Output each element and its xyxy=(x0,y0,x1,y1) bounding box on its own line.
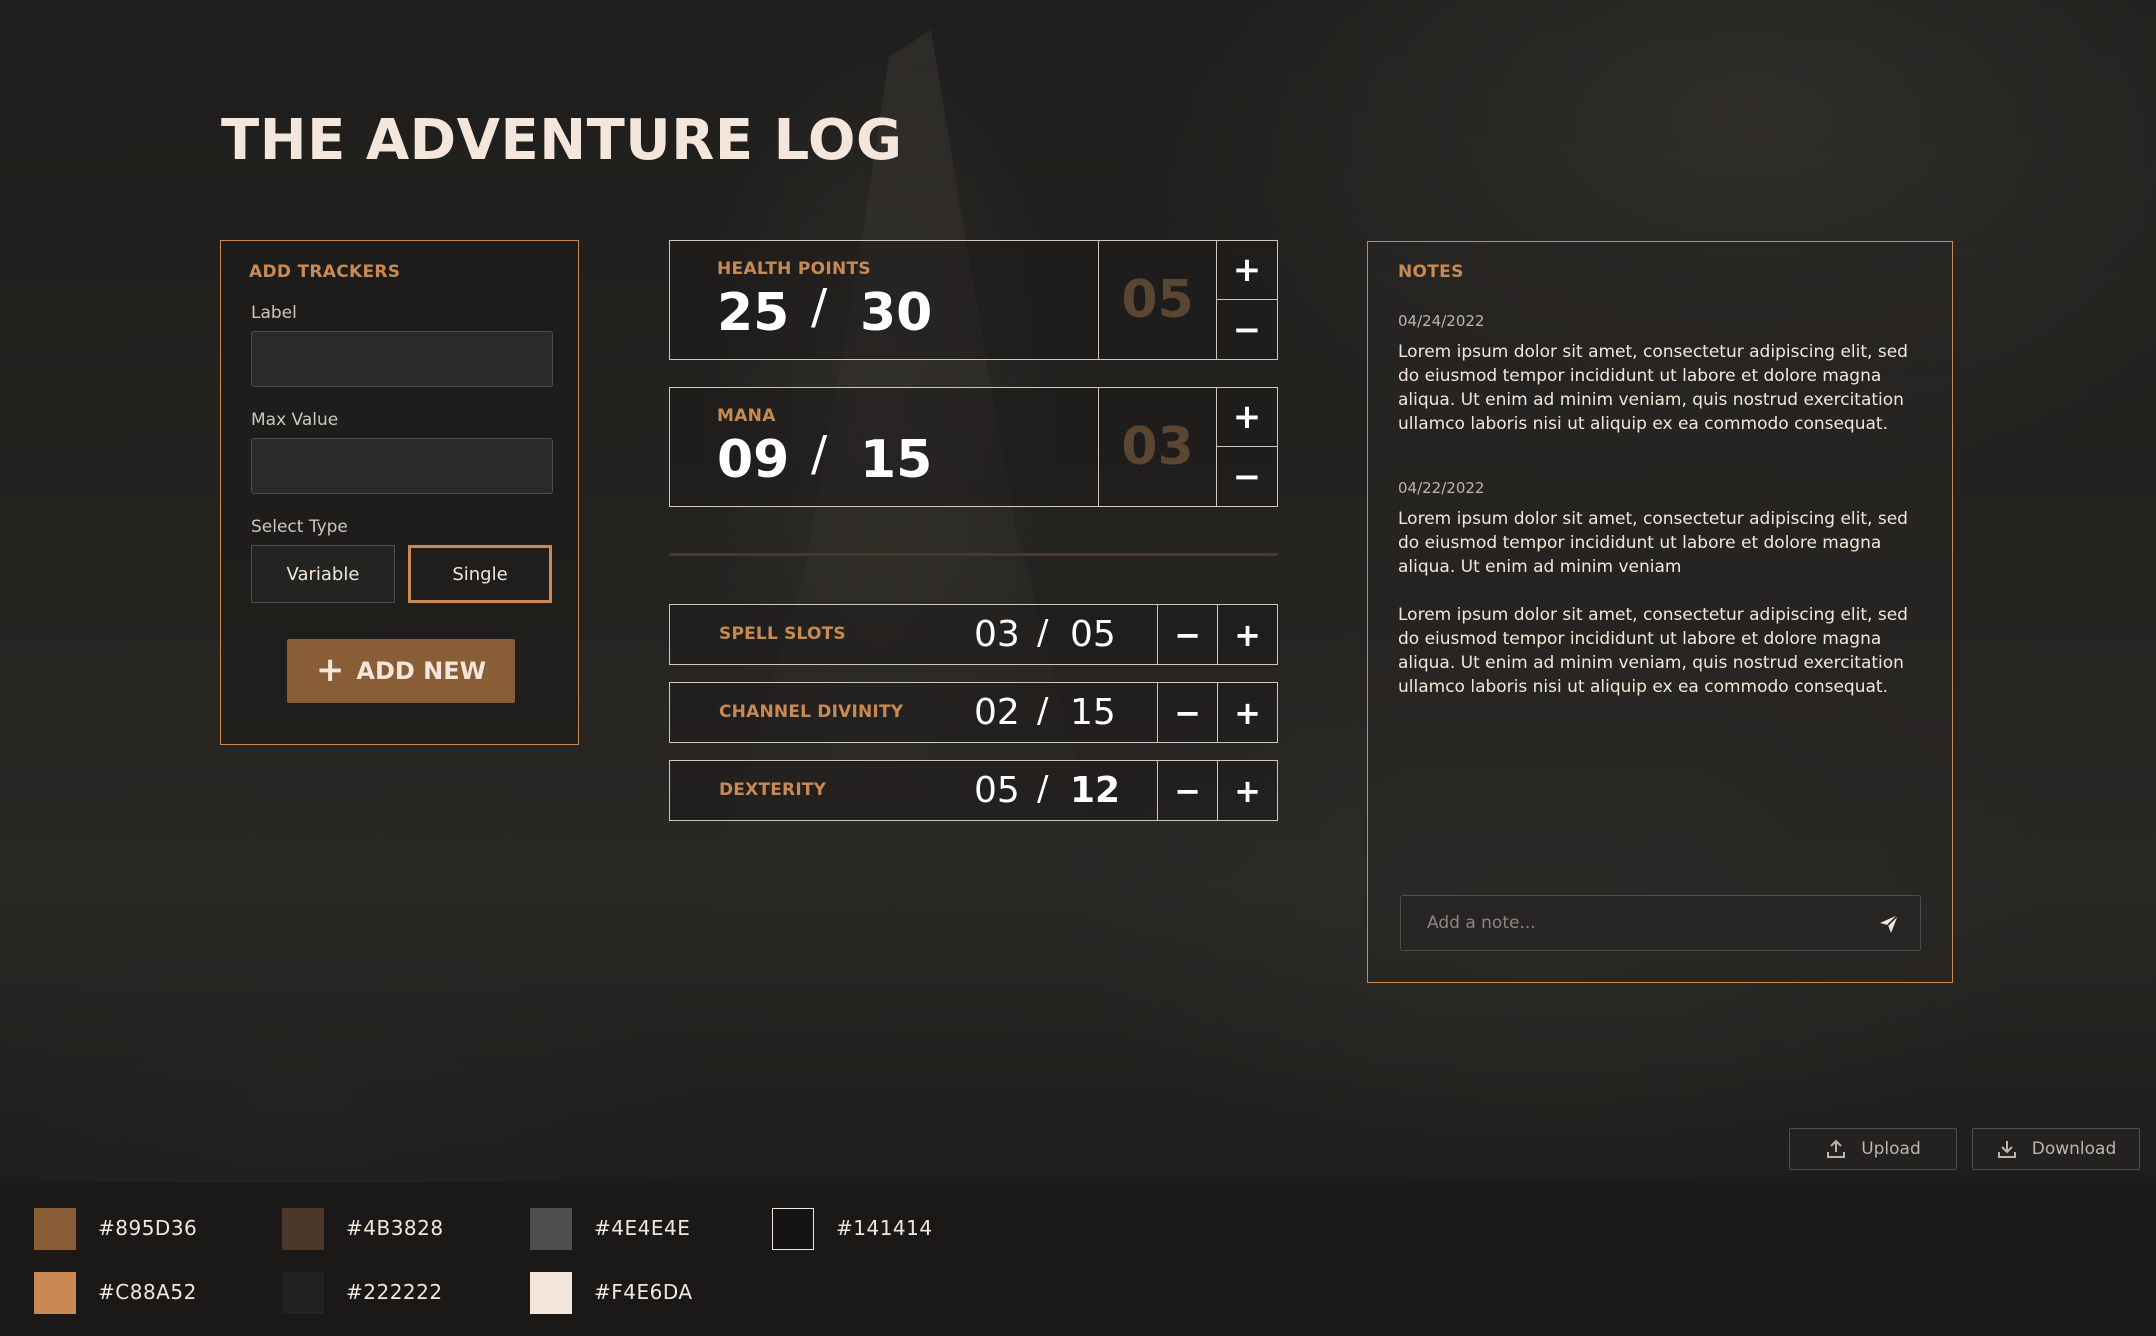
download-label: Download xyxy=(2031,1139,2117,1159)
note-date: 04/24/2022 xyxy=(1398,312,1485,330)
color-swatch-label: #C88A52 xyxy=(98,1280,197,1304)
label-input[interactable] xyxy=(251,331,553,387)
tracker-separator: / xyxy=(811,426,828,482)
note-date: 04/22/2022 xyxy=(1398,479,1485,497)
color-swatch-label: #4E4E4E xyxy=(594,1216,691,1240)
tracker-channel-divinity: CHANNEL DIVINITY 02 / 15 − + xyxy=(669,682,1278,743)
tracker-max-value: 12 xyxy=(1070,770,1121,811)
tracker-mana: MANA 09 / 15 03 + − xyxy=(669,387,1278,507)
max-value-field-label: Max Value xyxy=(251,410,339,430)
decrement-button[interactable]: − xyxy=(1216,447,1277,506)
upload-button[interactable]: Upload xyxy=(1789,1128,1957,1170)
note-text: Lorem ipsum dolor sit amet, consectetur … xyxy=(1398,509,1908,577)
color-swatch-label: #4B3828 xyxy=(346,1216,444,1240)
plus-icon: + xyxy=(315,649,345,690)
type-variable-button[interactable]: Variable xyxy=(251,545,395,603)
tracker-label: DEXTERITY xyxy=(719,780,827,800)
increment-button[interactable]: + xyxy=(1216,241,1277,300)
add-trackers-heading: ADD TRACKERS xyxy=(249,262,401,282)
tracker-current-value: 25 xyxy=(717,283,790,343)
add-trackers-panel: ADD TRACKERS Label Max Value Select Type… xyxy=(220,240,579,745)
tracker-spell-slots: SPELL SLOTS 03 / 05 − + xyxy=(669,604,1278,665)
download-button[interactable]: Download xyxy=(1972,1128,2140,1170)
color-swatch xyxy=(282,1208,324,1250)
tracker-separator: / xyxy=(1037,769,1049,809)
increment-button[interactable]: + xyxy=(1216,388,1277,447)
tracker-max-value: 15 xyxy=(860,430,933,490)
tracker-label: HEALTH POINTS xyxy=(717,259,871,279)
download-icon xyxy=(1997,1141,2016,1158)
color-palette: #895D36 #4B3828 #4E4E4E #141414 #C88A52 … xyxy=(0,1183,2156,1336)
notes-panel: NOTES 04/24/2022 Lorem ipsum dolor sit a… xyxy=(1367,241,1953,983)
tracker-max-value: 05 xyxy=(1070,614,1116,655)
send-icon[interactable] xyxy=(1877,912,1901,936)
max-value-input[interactable] xyxy=(251,438,553,494)
color-swatch xyxy=(530,1208,572,1250)
color-swatch xyxy=(34,1272,76,1314)
decrement-button[interactable]: − xyxy=(1157,683,1217,742)
tracker-dexterity: DEXTERITY 05 / 12 − + xyxy=(669,760,1278,821)
label-field-label: Label xyxy=(251,303,297,323)
note-text: Lorem ipsum dolor sit amet, consectetur … xyxy=(1398,605,1908,697)
color-swatch-label: #F4E6DA xyxy=(594,1280,693,1304)
notes-heading: NOTES xyxy=(1398,262,1464,282)
decrement-button[interactable]: − xyxy=(1157,761,1217,820)
tracker-label: SPELL SLOTS xyxy=(719,624,846,644)
upload-label: Upload xyxy=(1861,1139,1921,1159)
add-note-placeholder: Add a note... xyxy=(1427,913,1536,933)
decrement-button[interactable]: − xyxy=(1216,300,1277,359)
tracker-current-value: 09 xyxy=(717,430,790,490)
tracker-current-value: 03 xyxy=(974,614,1020,655)
tracker-separator: / xyxy=(1037,691,1049,731)
color-swatch xyxy=(34,1208,76,1250)
tracker-label: MANA xyxy=(717,406,776,426)
color-swatch xyxy=(530,1272,572,1314)
increment-button[interactable]: + xyxy=(1217,605,1277,664)
tracker-label: CHANNEL DIVINITY xyxy=(719,702,904,722)
add-note-input[interactable]: Add a note... xyxy=(1400,895,1921,951)
tracker-current-value: 02 xyxy=(974,692,1020,733)
color-swatch-label: #895D36 xyxy=(98,1216,198,1240)
page-title: THE ADVENTURE LOG xyxy=(221,108,903,173)
type-single-button[interactable]: Single xyxy=(408,545,552,603)
increment-button[interactable]: + xyxy=(1217,683,1277,742)
tracker-max-value: 30 xyxy=(860,283,933,343)
increment-button[interactable]: + xyxy=(1217,761,1277,820)
tracker-max-value: 15 xyxy=(1070,692,1116,733)
add-new-label: ADD NEW xyxy=(356,657,487,685)
add-new-button[interactable]: + ADD NEW xyxy=(287,639,515,703)
tracker-health-points: HEALTH POINTS 25 / 30 05 + − xyxy=(669,240,1278,360)
color-swatch xyxy=(772,1208,814,1250)
tracker-delta-value[interactable]: 05 xyxy=(1098,241,1216,359)
tracker-current-value: 05 xyxy=(974,770,1020,811)
note-text: Lorem ipsum dolor sit amet, consectetur … xyxy=(1398,342,1908,434)
tracker-divider xyxy=(669,553,1278,556)
tracker-separator: / xyxy=(1037,613,1049,653)
color-swatch xyxy=(282,1272,324,1314)
select-type-label: Select Type xyxy=(251,517,348,537)
color-swatch-label: #141414 xyxy=(836,1216,933,1240)
tracker-separator: / xyxy=(811,279,828,335)
color-swatch-label: #222222 xyxy=(346,1280,443,1304)
decrement-button[interactable]: − xyxy=(1157,605,1217,664)
upload-icon xyxy=(1827,1139,1846,1158)
tracker-delta-value[interactable]: 03 xyxy=(1098,388,1216,506)
